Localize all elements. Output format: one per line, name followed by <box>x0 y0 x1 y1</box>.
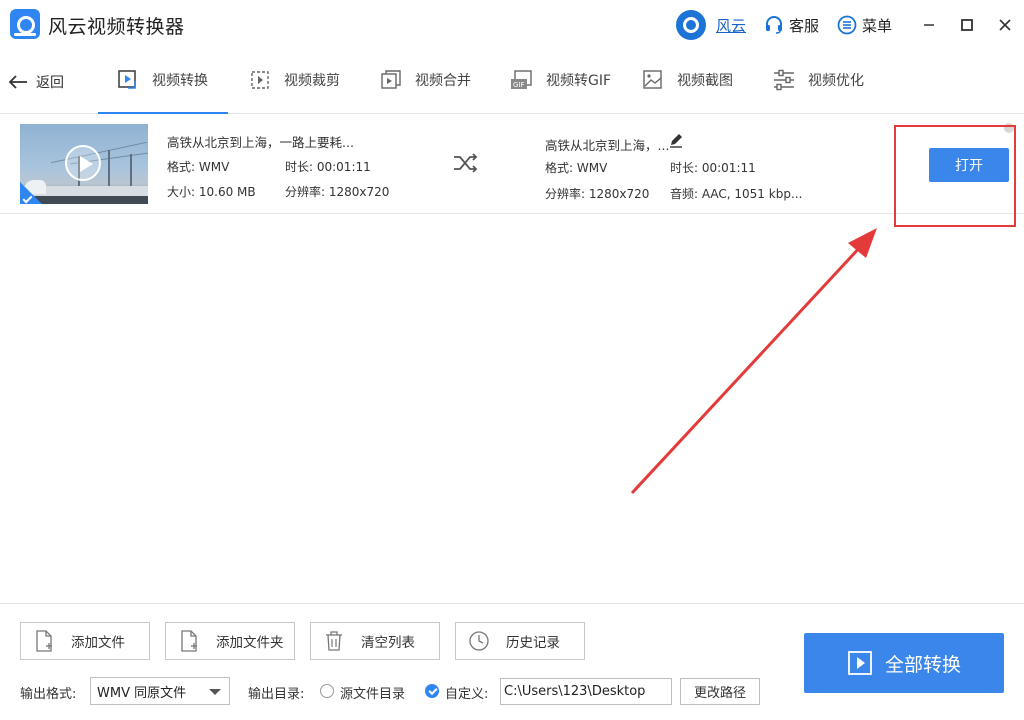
pencil-icon[interactable] <box>668 132 684 148</box>
output-audio: 音频: AAC, 1051 kbp... <box>670 187 803 201</box>
source-file-name: 高铁从北京到上海，一路上要耗... <box>167 135 354 150</box>
minimize-icon <box>924 24 934 26</box>
play-icon[interactable] <box>65 145 101 181</box>
history-button[interactable]: 历史记录 <box>455 622 585 660</box>
tab-video-optimize[interactable]: 视频优化 <box>772 68 864 114</box>
brand-link[interactable]: 风云 <box>716 15 746 36</box>
menu-list-icon <box>837 15 857 35</box>
divider <box>0 603 1024 604</box>
customer-service-button[interactable]: 客服 <box>764 15 819 36</box>
add-folder-icon <box>181 630 197 652</box>
video-convert-icon <box>118 70 136 89</box>
back-label: 返回 <box>36 75 64 91</box>
tab-video-merge[interactable]: 视频合并 <box>379 68 471 114</box>
trash-icon <box>326 631 342 651</box>
tab-label: 视频转GIF <box>546 73 612 89</box>
clear-list-label: 清空列表 <box>361 635 415 651</box>
pole <box>108 150 110 190</box>
source-resolution: 分辨率: 1280x720 <box>285 185 390 199</box>
source-dir-label[interactable]: 源文件目录 <box>340 683 405 702</box>
optimize-icon <box>774 69 794 91</box>
maximize-button[interactable] <box>948 10 986 40</box>
minimize-button[interactable] <box>910 10 948 40</box>
headset-icon <box>765 16 782 34</box>
screenshot-icon <box>643 70 662 89</box>
video-merge-icon <box>381 70 401 89</box>
clock-icon <box>469 631 489 651</box>
arrow-left-icon <box>8 75 27 89</box>
tab-label: 视频裁剪 <box>284 73 340 89</box>
add-file-button[interactable]: 添加文件 <box>20 622 150 660</box>
brand-logo-icon[interactable] <box>675 10 706 40</box>
output-format: 格式: WMV <box>545 161 608 175</box>
tab-label: 视频优化 <box>808 73 864 89</box>
source-format: 格式: WMV <box>167 160 230 174</box>
convert-arrows-icon <box>454 153 478 173</box>
video-thumbnail[interactable] <box>20 124 148 204</box>
add-file-label: 添加文件 <box>71 635 125 651</box>
output-file-name: 高铁从北京到上海，... <box>545 138 670 153</box>
output-format-label: 输出格式: <box>20 687 77 702</box>
app-logo-icon <box>10 9 40 39</box>
change-path-button[interactable]: 更改路径 <box>680 678 760 705</box>
output-path-input[interactable]: C:\Users\123\Desktop <box>500 678 672 705</box>
tab-video-convert[interactable]: 视频转换 <box>98 68 228 114</box>
title-bar-actions: 风云 客服 菜单 <box>675 10 1024 40</box>
tab-video-to-gif[interactable]: GIF 视频转GIF <box>510 68 611 114</box>
custom-dir-radio[interactable] <box>425 684 439 698</box>
output-resolution: 分辨率: 1280x720 <box>545 187 650 201</box>
close-icon <box>999 19 1011 31</box>
source-duration: 时长: 00:01:11 <box>285 160 371 174</box>
tab-label: 视频转换 <box>152 73 208 89</box>
play-box-icon <box>848 651 872 675</box>
convert-all-button[interactable]: 全部转换 <box>804 633 1004 693</box>
app-title: 风云视频转换器 <box>48 16 185 38</box>
video-crop-icon <box>251 71 269 89</box>
tab-video-crop[interactable]: 视频裁剪 <box>248 68 340 114</box>
output-format-value: WMV 同原文件 <box>97 685 187 701</box>
tab-label: 视频合并 <box>415 73 471 89</box>
clear-list-button[interactable]: 清空列表 <box>310 622 440 660</box>
maximize-icon <box>961 19 973 31</box>
svg-text:GIF: GIF <box>513 81 525 89</box>
file-list-item[interactable]: 高铁从北京到上海，一路上要耗... 格式: WMV 时长: 00:01:11 大… <box>0 114 1024 214</box>
source-dir-radio[interactable] <box>320 684 334 698</box>
gif-icon: GIF <box>511 70 532 89</box>
add-folder-label: 添加文件夹 <box>216 635 284 651</box>
add-folder-button[interactable]: 添加文件夹 <box>165 622 295 660</box>
history-label: 历史记录 <box>506 635 560 651</box>
add-file-icon <box>36 630 52 652</box>
menu-label: 菜单 <box>861 16 892 35</box>
output-duration: 时长: 00:01:11 <box>670 161 756 175</box>
convert-all-label: 全部转换 <box>884 653 961 676</box>
customer-service-label: 客服 <box>788 16 819 35</box>
output-format-select[interactable]: WMV 同原文件 <box>90 677 230 705</box>
annotation-highlight-box <box>894 125 1016 227</box>
output-dir-label: 输出目录: <box>248 687 305 702</box>
source-size: 大小: 10.60 MB <box>167 185 256 199</box>
pole <box>130 154 132 190</box>
custom-dir-label[interactable]: 自定义: <box>445 683 488 702</box>
tab-video-screenshot[interactable]: 视频截图 <box>641 68 733 114</box>
nav-bar: 返回 视频转换 视频裁剪 视频合并 GIF 视频转GIF 视频截图 视频优化 <box>0 56 1024 114</box>
menu-button[interactable]: 菜单 <box>837 15 892 36</box>
tab-label: 视频截图 <box>677 73 733 89</box>
caret-down-icon <box>209 689 221 695</box>
close-button[interactable] <box>986 10 1024 40</box>
title-bar: 风云视频转换器 风云 客服 菜单 <box>0 0 1024 54</box>
back-button[interactable]: 返回 <box>8 72 64 92</box>
